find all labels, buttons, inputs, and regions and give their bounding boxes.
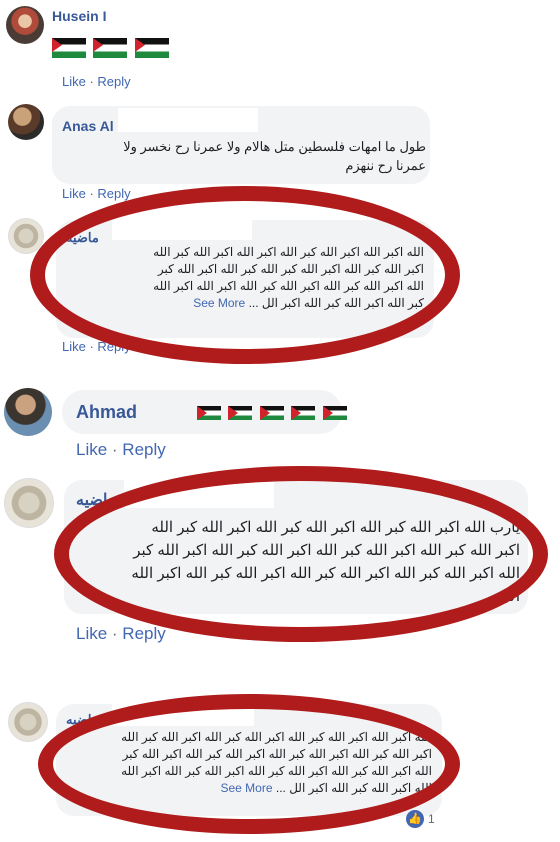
comment-author[interactable]: Husein I [52, 8, 106, 24]
palestine-flag-icon [52, 38, 86, 58]
reply-link[interactable]: Reply [97, 186, 130, 201]
comment-author[interactable]: ماضيه [66, 230, 99, 246]
reply-link[interactable]: Reply [97, 339, 130, 354]
palestine-flag-icon [322, 405, 347, 420]
name-redaction [118, 108, 258, 132]
palestine-flag-icon [134, 38, 169, 58]
reaction-count[interactable]: 1 [428, 812, 435, 826]
name-redaction [124, 480, 274, 508]
avatar[interactable] [4, 478, 54, 528]
comment-author[interactable]: ماضيه [66, 712, 99, 728]
comment-author[interactable]: Ahmad [76, 402, 137, 423]
reply-link[interactable]: Reply [122, 624, 165, 643]
avatar[interactable] [8, 104, 44, 140]
name-redaction [144, 392, 192, 432]
palestine-flag-icon [228, 405, 253, 420]
see-more-link[interactable]: See More [220, 781, 272, 795]
reply-link[interactable]: Reply [122, 440, 165, 459]
comment-text: يارب الله اكبر الله كبر الله اكبر الله ك… [131, 519, 520, 605]
like-link[interactable]: Like [76, 624, 107, 643]
palestine-flag-icon [93, 38, 128, 58]
avatar[interactable] [8, 702, 48, 742]
thumbs-up-icon[interactable]: 👍 [406, 810, 424, 828]
palestine-flag-icon [259, 405, 284, 420]
comment-text: الله اكبر الله اكبر الله كبر الله اكبر ا… [153, 245, 424, 310]
comment-author[interactable]: Anas Al [62, 118, 114, 134]
comment-actions: Like · Reply [62, 339, 131, 354]
comment-actions: Like · Reply [76, 440, 166, 459]
comment-actions: Like · Reply [62, 186, 131, 201]
avatar[interactable] [4, 388, 52, 436]
flag-emoji-row [197, 404, 350, 422]
like-link[interactable]: Like [62, 339, 86, 354]
like-link[interactable]: Like [62, 74, 86, 89]
comment-actions: Like · Reply [76, 624, 166, 643]
like-link[interactable]: Like [76, 440, 107, 459]
flag-emoji-row [52, 38, 172, 58]
name-redaction [112, 704, 254, 726]
comment-author[interactable]: ماضيه [76, 490, 116, 510]
comment-text: الله اكبر الله اكبر الله كبر الله اكبر ا… [121, 730, 432, 795]
avatar[interactable] [6, 6, 44, 44]
see-more-link[interactable]: See More [193, 296, 245, 310]
like-link[interactable]: Like [62, 186, 86, 201]
avatar[interactable] [8, 218, 44, 254]
name-redaction [112, 218, 252, 240]
palestine-flag-icon [197, 405, 221, 420]
comment-actions: Like · Reply [62, 74, 131, 89]
comment-text: طول ما امهات فلسطين متل هالام ولا عمرنا … [123, 139, 426, 173]
palestine-flag-icon [291, 405, 316, 420]
reply-link[interactable]: Reply [97, 74, 130, 89]
